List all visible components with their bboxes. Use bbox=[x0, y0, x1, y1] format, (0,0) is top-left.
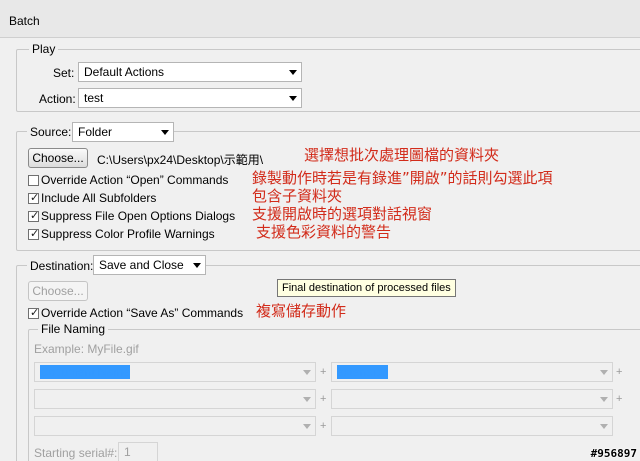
destination-select[interactable]: Save and Close bbox=[93, 255, 206, 275]
set-select[interactable]: Default Actions bbox=[78, 62, 302, 82]
naming-field-6[interactable] bbox=[331, 416, 613, 436]
include-subfolders-label: Include All Subfolders bbox=[41, 191, 157, 205]
action-select-value: test bbox=[84, 91, 104, 105]
plus-sign: + bbox=[616, 393, 623, 405]
naming-field-3[interactable] bbox=[34, 389, 316, 409]
check-icon: ✓ bbox=[30, 209, 40, 222]
destination-select-value: Save and Close bbox=[99, 258, 184, 272]
chevron-down-icon bbox=[303, 424, 311, 429]
destination-choose-button[interactable]: Choose... bbox=[28, 281, 88, 301]
chevron-down-icon bbox=[600, 370, 608, 375]
chevron-down-icon bbox=[303, 370, 311, 375]
set-label: Set: bbox=[53, 66, 75, 80]
starting-serial-input[interactable]: 1 bbox=[118, 442, 158, 461]
suppress-color-warnings-label: Suppress Color Profile Warnings bbox=[41, 227, 215, 241]
plus-sign: + bbox=[320, 393, 327, 405]
naming-field-5[interactable] bbox=[34, 416, 316, 436]
override-save-as-label: Override Action “Save As” Commands bbox=[41, 306, 244, 320]
plus-sign: + bbox=[320, 366, 327, 378]
action-select[interactable]: test bbox=[78, 88, 302, 108]
check-icon: ✓ bbox=[30, 227, 40, 240]
title-bar: Batch bbox=[0, 0, 640, 38]
source-choose-button[interactable]: Choose... bbox=[28, 148, 88, 168]
starting-serial-value: 1 bbox=[124, 445, 131, 459]
suppress-color-warnings-checkbox[interactable]: ✓ bbox=[28, 227, 40, 240]
source-select-value: Folder bbox=[78, 125, 113, 139]
override-save-as-checkbox[interactable]: ✓ bbox=[28, 306, 40, 319]
play-legend: Play bbox=[29, 42, 59, 56]
include-subfolders-checkbox[interactable]: ✓ bbox=[28, 191, 40, 204]
override-open-checkbox[interactable] bbox=[28, 175, 39, 186]
chevron-down-icon bbox=[303, 397, 311, 402]
chevron-down-icon bbox=[289, 70, 297, 75]
check-icon: ✓ bbox=[30, 306, 40, 319]
chevron-down-icon bbox=[161, 130, 169, 135]
file-naming-example: Example: MyFile.gif bbox=[34, 342, 139, 356]
chevron-down-icon bbox=[600, 424, 608, 429]
file-naming-legend: File Naming bbox=[38, 322, 109, 336]
starting-serial-label: Starting serial#: bbox=[34, 446, 118, 460]
naming-field-2[interactable]: extension bbox=[331, 362, 613, 382]
naming-field-1[interactable]: Document Name bbox=[34, 362, 316, 382]
annotation-save-as: 複寫儲存動作 bbox=[256, 302, 347, 320]
chevron-down-icon bbox=[193, 263, 201, 268]
plus-sign: + bbox=[320, 420, 327, 432]
source-path: C:\Users\px24\Desktop\示範用\ bbox=[97, 153, 264, 167]
destination-label: Destination: bbox=[27, 259, 97, 273]
window-title: Batch bbox=[9, 14, 40, 28]
annotation-choose-folder: 選擇想批次處理圖檔的資料夾 bbox=[304, 146, 500, 164]
plus-sign: + bbox=[616, 366, 623, 378]
check-icon: ✓ bbox=[30, 191, 40, 204]
suppress-open-options-label: Suppress File Open Options Dialogs bbox=[41, 209, 236, 223]
action-label: Action: bbox=[39, 92, 76, 106]
set-select-value: Default Actions bbox=[84, 65, 165, 79]
source-select[interactable]: Folder bbox=[72, 122, 174, 142]
naming-field-1-value: Document Name bbox=[40, 365, 131, 379]
chevron-down-icon bbox=[600, 397, 608, 402]
annotation-color-warnings: 支援色彩資料的警告 bbox=[256, 223, 392, 241]
naming-field-4[interactable] bbox=[331, 389, 613, 409]
suppress-open-options-checkbox[interactable]: ✓ bbox=[28, 209, 40, 222]
override-open-label: Override Action “Open” Commands bbox=[41, 173, 229, 187]
naming-field-2-value: extension bbox=[337, 365, 389, 379]
chevron-down-icon bbox=[289, 96, 297, 101]
destination-tooltip: Final destination of processed files bbox=[277, 279, 456, 297]
watermark: #956897 bbox=[590, 447, 637, 460]
source-label: Source: bbox=[27, 125, 75, 139]
